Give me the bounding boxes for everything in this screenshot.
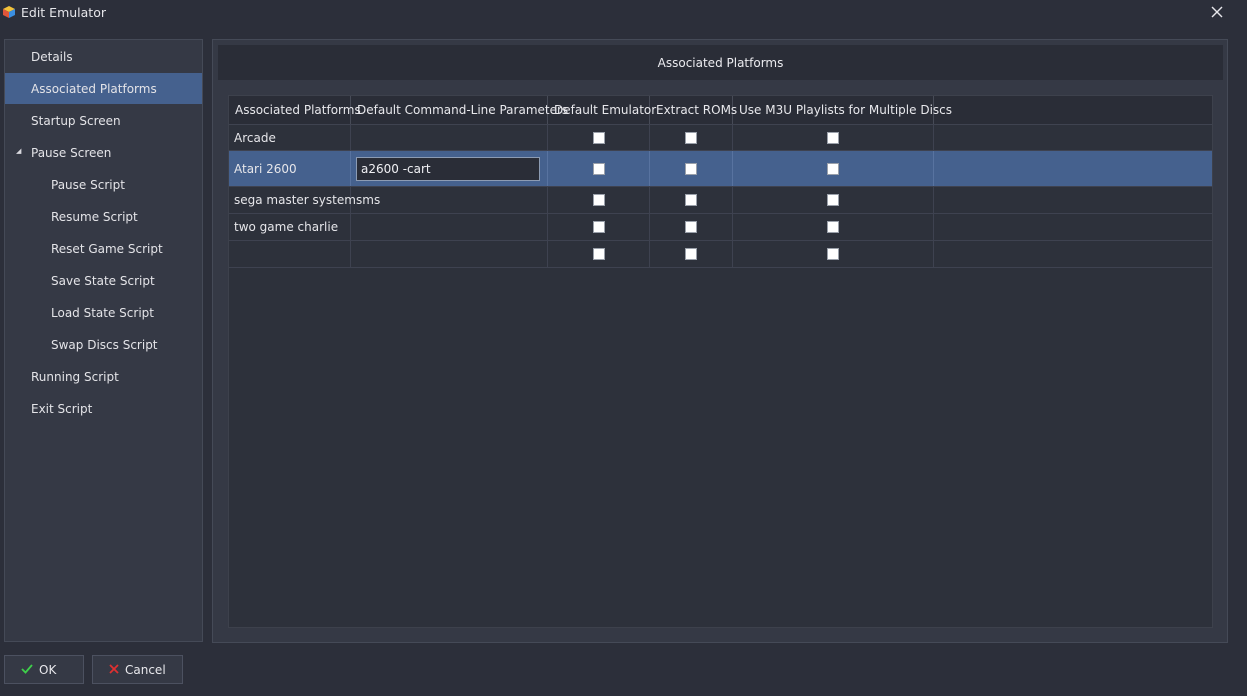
use-m3u-checkbox[interactable] <box>827 221 839 233</box>
close-button[interactable] <box>1207 3 1227 23</box>
extract-roms-checkbox[interactable] <box>685 221 697 233</box>
extract-roms-cell <box>650 125 733 150</box>
content-panel: Associated Platforms Associated Platform… <box>212 39 1228 643</box>
extract-roms-checkbox[interactable] <box>685 194 697 206</box>
sidebar-item-6[interactable]: Reset Game Script <box>5 233 202 264</box>
use-m3u-checkbox[interactable] <box>827 194 839 206</box>
sidebar-item-9[interactable]: Swap Discs Script <box>5 329 202 360</box>
title-bar: Edit Emulator <box>0 0 1247 26</box>
sidebar-item-label: Load State Script <box>51 305 154 320</box>
extract-roms-checkbox[interactable] <box>685 131 697 144</box>
sidebar-item-label: Resume Script <box>51 209 138 224</box>
extract-roms-cell <box>650 187 733 213</box>
default-emulator-checkbox[interactable] <box>592 194 605 206</box>
x-icon <box>109 663 119 677</box>
column-header-1[interactable]: Default Command-Line Parameters <box>351 96 568 124</box>
default-emulator-checkbox[interactable] <box>592 162 605 175</box>
use-m3u-cell <box>733 241 934 267</box>
sidebar-item-1[interactable]: Associated Platforms <box>5 73 202 104</box>
platform-cell[interactable]: Atari 2600 <box>229 151 351 186</box>
default-emulator-cell <box>548 187 650 213</box>
platforms-table: Associated Platforms Default Command-Line… <box>228 95 1213 628</box>
platform-cell[interactable] <box>229 241 351 267</box>
platform-cell[interactable]: two game charlie <box>229 214 351 240</box>
use-m3u-checkbox[interactable] <box>827 131 839 144</box>
sidebar-item-3[interactable]: ◢ Pause Screen <box>5 137 202 168</box>
close-icon <box>1211 6 1223 21</box>
sidebar-item-label: Swap Discs Script <box>51 337 158 352</box>
extract-roms-checkbox[interactable] <box>685 162 697 175</box>
ok-label: OK <box>39 662 57 677</box>
table-row[interactable] <box>229 241 1212 268</box>
sidebar-item-label: Exit Script <box>31 401 93 416</box>
default-emulator-cell <box>548 151 650 186</box>
checkmark-icon <box>21 663 33 677</box>
sidebar-item-label: Pause Script <box>51 177 125 192</box>
platform-cell[interactable]: sega master system <box>229 187 356 213</box>
default-emulator-cell <box>548 125 650 150</box>
expand-arrow-icon[interactable]: ◢ <box>16 147 21 155</box>
column-header-3[interactable]: Extract ROMs <box>650 96 737 124</box>
use-m3u-checkbox[interactable] <box>827 162 839 175</box>
use-m3u-cell <box>733 151 934 186</box>
sidebar-item-4[interactable]: Pause Script <box>5 169 202 200</box>
sidebar-item-11[interactable]: Exit Script <box>5 393 202 424</box>
sidebar-item-label: Running Script <box>31 369 119 384</box>
platform-cell[interactable]: Arcade <box>229 125 351 150</box>
default-emulator-cell <box>548 241 650 267</box>
params-cell[interactable] <box>351 214 548 240</box>
column-header-2[interactable]: Default Emulator <box>548 96 656 124</box>
extract-roms-cell <box>650 151 733 186</box>
sidebar-item-10[interactable]: Running Script <box>5 361 202 392</box>
sidebar-item-label: Reset Game Script <box>51 241 163 256</box>
use-m3u-cell <box>733 214 934 240</box>
extract-roms-checkbox[interactable] <box>685 248 697 260</box>
default-emulator-checkbox[interactable] <box>592 221 605 233</box>
cancel-label: Cancel <box>125 662 166 677</box>
extract-roms-cell <box>650 214 733 240</box>
sidebar-item-7[interactable]: Save State Script <box>5 265 202 296</box>
table-row[interactable]: Arcade <box>229 125 1212 151</box>
params-cell-editing[interactable] <box>351 151 548 186</box>
table-row[interactable]: two game charlie <box>229 214 1212 241</box>
default-emulator-checkbox[interactable] <box>592 131 605 144</box>
window-title: Edit Emulator <box>21 5 106 20</box>
sidebar-item-label: Pause Screen <box>31 145 112 160</box>
sidebar-item-label: Startup Screen <box>31 113 121 128</box>
use-m3u-cell <box>733 125 934 150</box>
params-cell[interactable] <box>351 125 548 150</box>
extract-roms-cell <box>650 241 733 267</box>
panel-title: Associated Platforms <box>218 45 1223 80</box>
sidebar-item-2[interactable]: Startup Screen <box>5 105 202 136</box>
sidebar-navigation: Details Associated Platforms Startup Scree… <box>4 39 203 642</box>
command-line-params-input[interactable] <box>356 156 540 181</box>
launchbox-cube-icon <box>3 6 15 18</box>
table-header: Associated Platforms Default Command-Line… <box>229 96 1212 125</box>
use-m3u-checkbox[interactable] <box>827 248 839 260</box>
default-emulator-cell <box>548 214 650 240</box>
table-row[interactable]: sega master system sms <box>229 187 1212 214</box>
sidebar-item-label: Details <box>31 49 73 64</box>
use-m3u-cell <box>733 187 934 213</box>
cancel-button[interactable]: Cancel <box>92 655 183 684</box>
column-header-0[interactable]: Associated Platforms <box>229 96 361 124</box>
params-cell[interactable]: sms <box>351 187 548 213</box>
sidebar-item-0[interactable]: Details <box>5 41 202 72</box>
sidebar-item-5[interactable]: Resume Script <box>5 201 202 232</box>
sidebar-item-label: Associated Platforms <box>31 81 157 96</box>
ok-button[interactable]: OK <box>4 655 84 684</box>
sidebar-item-label: Save State Script <box>51 273 155 288</box>
table-row[interactable]: Atari 2600 <box>229 151 1212 187</box>
sidebar-item-8[interactable]: Load State Script <box>5 297 202 328</box>
column-header-4[interactable]: Use M3U Playlists for Multiple Discs <box>733 96 952 124</box>
params-cell[interactable] <box>351 241 548 267</box>
default-emulator-checkbox[interactable] <box>592 248 605 260</box>
